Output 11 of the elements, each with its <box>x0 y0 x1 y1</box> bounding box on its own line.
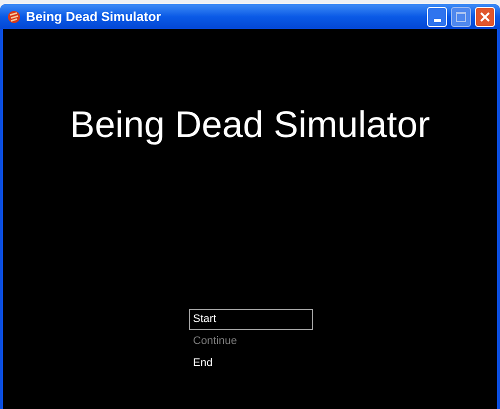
window-title: Being Dead Simulator <box>26 8 162 26</box>
menu-item[interactable]: End <box>189 352 313 374</box>
maximize-icon <box>456 12 466 22</box>
maximize-button[interactable] <box>451 6 471 26</box>
close-icon <box>480 12 490 22</box>
minimize-button[interactable] <box>427 6 447 26</box>
menu-item[interactable]: Start <box>189 308 313 330</box>
app-icon <box>6 8 22 24</box>
close-button[interactable] <box>475 6 495 26</box>
minimize-icon <box>434 18 440 22</box>
game-title: Being Dead Simulator <box>70 103 430 147</box>
